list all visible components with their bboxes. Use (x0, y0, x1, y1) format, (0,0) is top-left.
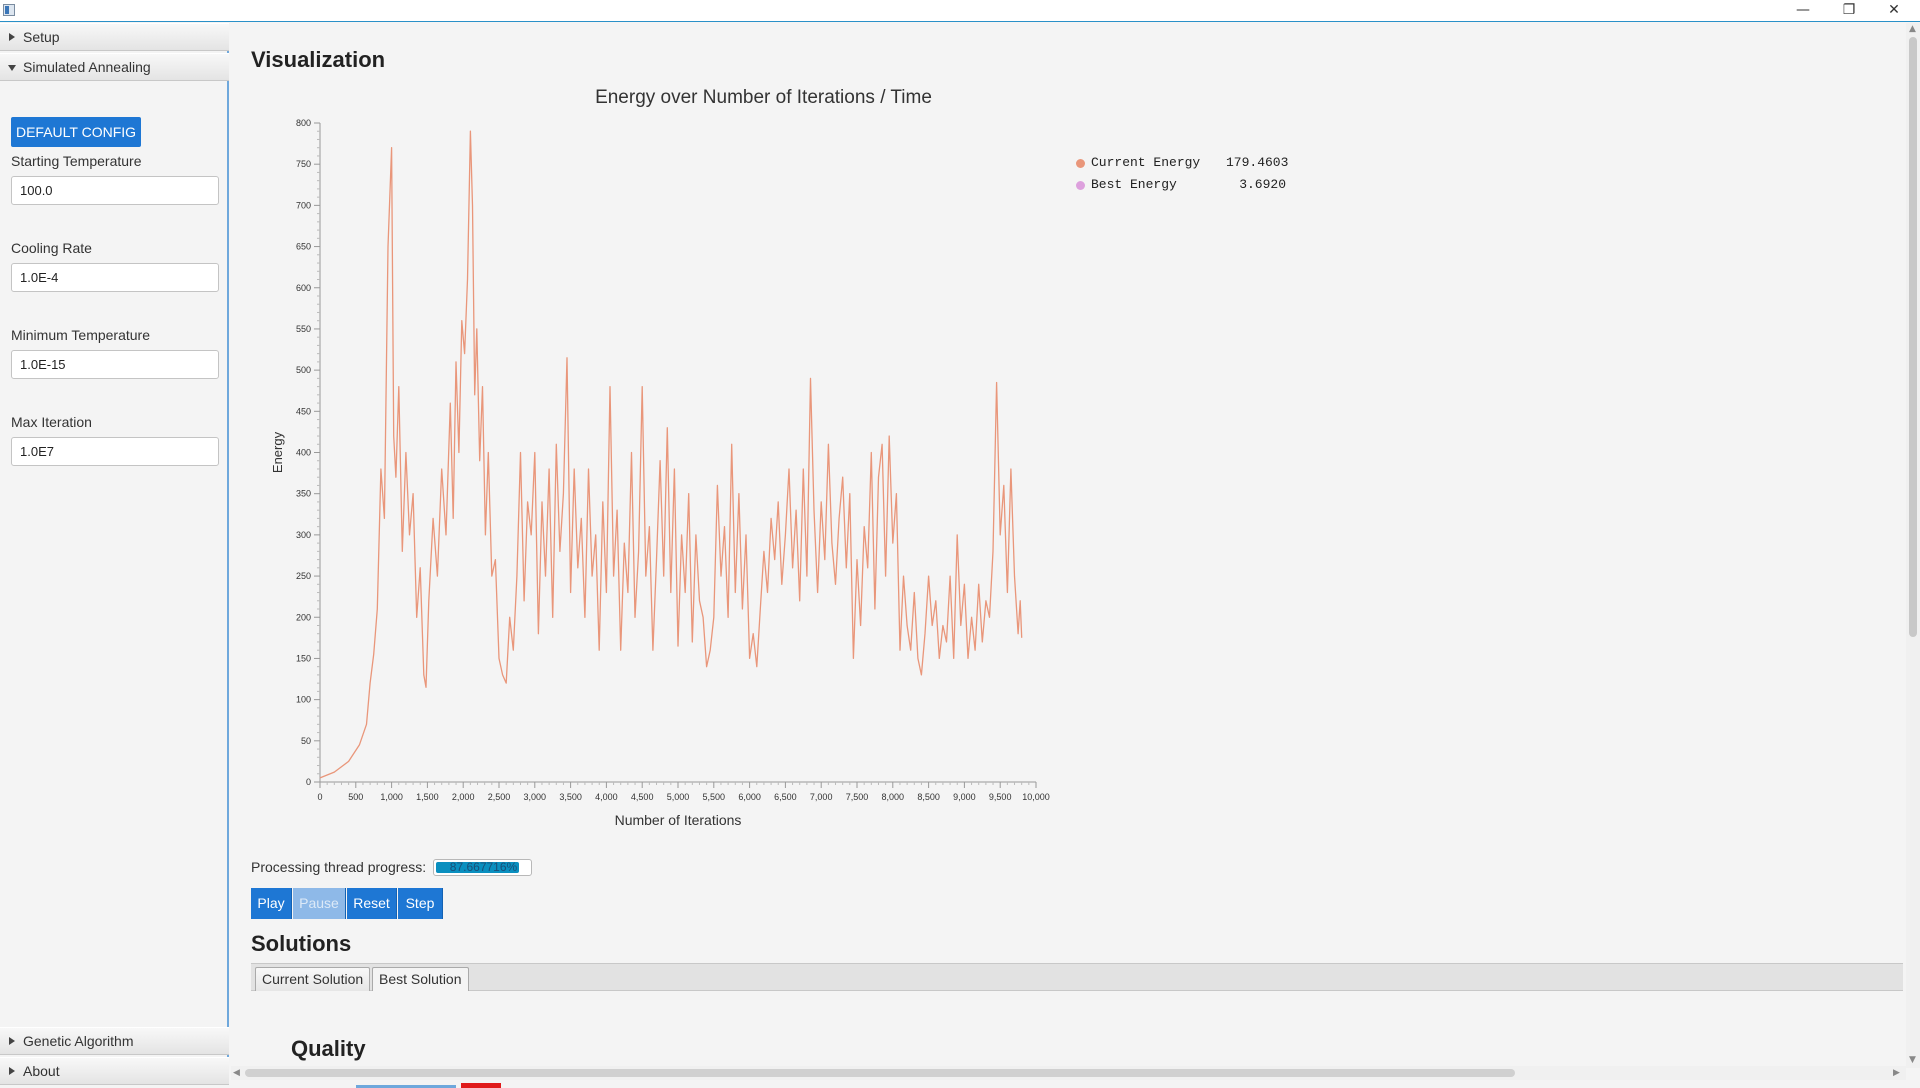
scroll-left-icon[interactable]: ◀ (233, 1068, 240, 1078)
legend-label: Current Energy (1091, 155, 1201, 170)
y-tick-label: 650 (296, 242, 311, 252)
accordion-label: About (23, 1063, 60, 1079)
starting-temperature-input[interactable]: 100.0 (11, 176, 219, 205)
app-icon (3, 4, 15, 16)
close-icon[interactable]: ✕ (1874, 0, 1914, 22)
legend-label: Best Energy (1091, 177, 1177, 192)
vertical-scroll-thumb[interactable] (1909, 37, 1917, 637)
horizontal-scrollbar[interactable]: ◀ ▶ (231, 1066, 1906, 1080)
progress-bar: 87.667716% (433, 859, 532, 876)
starting-temperature-label: Starting Temperature (11, 153, 142, 169)
chevron-right-icon (9, 1037, 15, 1045)
scroll-up-icon[interactable]: ▲ (1909, 24, 1916, 34)
x-tick-label: 500 (348, 792, 363, 802)
quality-heading: Quality (291, 1036, 366, 1061)
x-tick-label: 7,500 (846, 792, 869, 802)
x-tick-label: 4,500 (631, 792, 654, 802)
legend-item-best-energy: Best Energy 3.6920 (1076, 177, 1286, 197)
accordion-about[interactable]: About (0, 1057, 229, 1085)
x-tick-label: 5,000 (667, 792, 690, 802)
chevron-down-icon (8, 65, 16, 71)
x-tick-label: 7,000 (810, 792, 833, 802)
x-tick-label: 8,000 (882, 792, 905, 802)
y-axis-label: Energy (270, 431, 285, 473)
chevron-right-icon (9, 1067, 15, 1075)
x-tick-label: 2,500 (488, 792, 511, 802)
cooling-rate-label: Cooling Rate (11, 240, 92, 256)
y-tick-label: 800 (296, 118, 311, 128)
horizontal-scroll-thumb[interactable] (245, 1069, 1515, 1077)
minimum-temperature-input[interactable]: 1.0E-15 (11, 350, 219, 379)
x-tick-label: 8,500 (917, 792, 940, 802)
x-axis-label: Number of Iterations (615, 812, 742, 828)
y-tick-label: 0 (306, 777, 311, 787)
x-tick-label: 3,500 (559, 792, 582, 802)
progress-label: Processing thread progress: (251, 859, 427, 875)
default-config-button[interactable]: DEFAULT CONFIG (11, 117, 141, 147)
accordion-simulated-annealing[interactable]: Simulated Annealing (0, 53, 229, 81)
tab-best-solution[interactable]: Best Solution (372, 967, 469, 991)
accordion-label: Simulated Annealing (23, 59, 151, 75)
x-tick-label: 1,000 (380, 792, 403, 802)
legend-swatch (1076, 181, 1085, 190)
y-tick-label: 450 (296, 406, 311, 416)
y-tick-label: 550 (296, 324, 311, 334)
solutions-tabbar: Current Solution Best Solution (251, 963, 1903, 991)
chevron-right-icon (9, 33, 15, 41)
y-tick-label: 50 (301, 736, 311, 746)
x-tick-label: 9,500 (989, 792, 1012, 802)
y-tick-label: 300 (296, 530, 311, 540)
step-button[interactable]: Step (398, 888, 443, 919)
reset-button[interactable]: Reset (347, 888, 397, 919)
legend-swatch (1076, 159, 1085, 168)
accordion-setup[interactable]: Setup (0, 23, 229, 51)
x-tick-label: 3,000 (524, 792, 547, 802)
y-tick-label: 700 (296, 200, 311, 210)
x-tick-label: 0 (317, 792, 322, 802)
y-tick-label: 250 (296, 571, 311, 581)
tab-current-solution[interactable]: Current Solution (255, 967, 371, 991)
vertical-scrollbar[interactable]: ▲ ▼ (1906, 23, 1920, 1068)
legend-value: 3.6920 (1239, 177, 1286, 192)
y-tick-label: 500 (296, 365, 311, 375)
pause-button[interactable]: Pause (293, 888, 346, 919)
minimize-icon[interactable]: — (1783, 0, 1823, 22)
accordion-genetic-algorithm[interactable]: Genetic Algorithm (0, 1027, 229, 1055)
solutions-heading: Solutions (251, 931, 352, 956)
accordion-label: Genetic Algorithm (23, 1033, 134, 1049)
x-tick-label: 4,000 (595, 792, 618, 802)
accordion-label: Setup (23, 29, 60, 45)
x-tick-label: 6,500 (774, 792, 797, 802)
y-tick-label: 750 (296, 159, 311, 169)
y-tick-label: 400 (296, 448, 311, 458)
y-tick-label: 600 (296, 283, 311, 293)
quality-indicator (461, 1083, 501, 1088)
max-iteration-label: Max Iteration (11, 414, 92, 430)
energy-chart: 0 50 100 150 200 250 300 350 400 450 500 550 600 650 7… (270, 118, 1050, 828)
main-panel: Visualization Energy over Number of Iter… (231, 23, 1903, 1088)
scroll-right-icon[interactable]: ▶ (1893, 1068, 1900, 1078)
legend-value: 179.4603 (1226, 155, 1289, 170)
cooling-rate-input[interactable]: 1.0E-4 (11, 263, 219, 292)
maximize-icon[interactable]: ❐ (1829, 0, 1869, 22)
y-tick-label: 200 (296, 612, 311, 622)
x-tick-label: 6,000 (738, 792, 761, 802)
x-tick-label: 10,000 (1022, 792, 1050, 802)
y-tick-label: 350 (296, 489, 311, 499)
sidebar: Setup Simulated Annealing DEFAULT CONFIG… (0, 23, 229, 1085)
x-tick-label: 1,500 (416, 792, 439, 802)
x-tick-label: 9,000 (953, 792, 976, 802)
series-line-current-energy (319, 130, 1023, 779)
x-tick-label: 2,000 (452, 792, 475, 802)
x-tick-label: 5,500 (703, 792, 726, 802)
max-iteration-input[interactable]: 1.0E7 (11, 437, 219, 466)
title-bar: — ❐ ✕ (0, 0, 1920, 22)
play-button[interactable]: Play (251, 888, 292, 919)
y-tick-label: 150 (296, 653, 311, 663)
minimum-temperature-label: Minimum Temperature (11, 327, 151, 343)
progress-text: 87.667716% (449, 860, 518, 874)
scroll-down-icon[interactable]: ▼ (1909, 1055, 1916, 1065)
legend-item-current-energy: Current Energy 179.4603 (1076, 155, 1288, 175)
y-tick-label: 100 (296, 695, 311, 705)
